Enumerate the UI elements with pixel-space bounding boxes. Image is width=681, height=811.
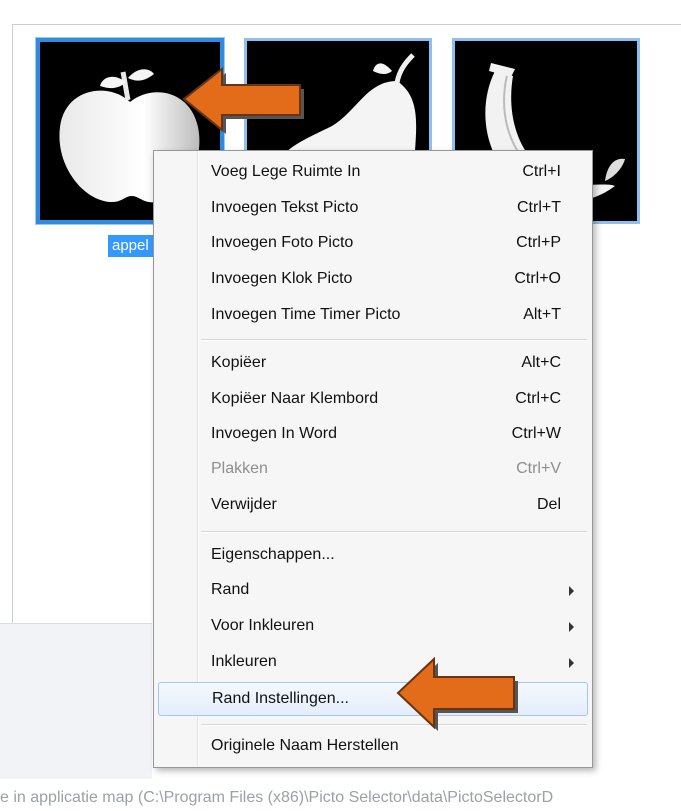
menu-item-voor-inkleuren[interactable]: Voor Inkleuren <box>158 610 588 644</box>
app-window: appel Voeg Lege Ruimte In Ctrl+I Invoege… <box>0 0 681 811</box>
menu-item-invoegen-foto-picto[interactable]: Invoegen Foto Picto Ctrl+P <box>158 227 588 261</box>
menu-item-invoegen-time-timer-picto[interactable]: Invoegen Time Timer Picto Alt+T <box>158 299 588 333</box>
menu-item-shortcut: Ctrl+O <box>514 270 561 287</box>
menu-item-invoegen-klok-picto[interactable]: Invoegen Klok Picto Ctrl+O <box>158 263 588 297</box>
menu-item-shortcut: Ctrl+I <box>522 163 561 180</box>
menu-item-label: Rand Instellingen... <box>212 690 349 707</box>
menu-item-label: Kopiëer <box>211 354 267 371</box>
menu-item-label: Kopiëer Naar Klembord <box>211 390 379 407</box>
menu-item-label: Verwijder <box>211 496 277 513</box>
menu-item-kopieer-naar-klembord[interactable]: Kopiëer Naar Klembord Ctrl+C <box>158 383 588 417</box>
menu-item-shortcut: Alt+C <box>521 354 561 371</box>
menu-item-shortcut: Ctrl+V <box>516 460 561 477</box>
menu-item-label: Plakken <box>211 460 268 477</box>
menu-item-voeg-lege-ruimte-in[interactable]: Voeg Lege Ruimte In Ctrl+I <box>158 156 588 190</box>
menu-item-label: Invoegen Foto Picto <box>211 234 354 251</box>
menu-item-shortcut: Ctrl+P <box>516 234 561 251</box>
menu-item-label: Rand <box>211 581 250 598</box>
menu-item-label: Invoegen In Word <box>211 425 338 442</box>
lower-panel <box>0 623 152 779</box>
thumbnail-label-selected[interactable]: appel <box>108 235 153 257</box>
menu-item-invoegen-in-word[interactable]: Invoegen In Word Ctrl+W <box>158 418 588 452</box>
pointer-arrow-icon <box>180 66 306 136</box>
pointer-arrow-icon <box>394 655 520 735</box>
menu-item-label: Originele Naam Herstellen <box>211 737 399 754</box>
status-bar-text: e in applicatie map (C:\Program Files (x… <box>0 789 554 806</box>
window-top-border <box>12 24 681 25</box>
menu-item-label: Voor Inkleuren <box>211 617 315 634</box>
submenu-arrow-icon <box>569 622 574 632</box>
menu-item-shortcut: Del <box>536 496 561 513</box>
menu-item-originele-naam-herstellen[interactable]: Originele Naam Herstellen <box>158 730 588 764</box>
menu-item-label: Voeg Lege Ruimte In <box>211 163 361 180</box>
menu-item-kopieer[interactable]: Kopiëer Alt+C <box>158 347 588 381</box>
menu-item-label: Invoegen Klok Picto <box>211 270 353 287</box>
menu-separator <box>201 531 587 533</box>
menu-item-label: Inkleuren <box>211 653 277 670</box>
menu-item-eigenschappen[interactable]: Eigenschappen... <box>158 539 588 573</box>
menu-item-invoegen-tekst-picto[interactable]: Invoegen Tekst Picto Ctrl+T <box>158 192 588 226</box>
menu-item-inkleuren[interactable]: Inkleuren <box>158 646 588 680</box>
menu-item-shortcut: Alt+T <box>523 306 561 323</box>
menu-item-rand-instellingen[interactable]: Rand Instellingen... <box>158 682 588 716</box>
submenu-arrow-icon <box>569 658 574 668</box>
menu-item-shortcut: Ctrl+C <box>515 390 561 407</box>
window-left-border <box>12 24 13 624</box>
menu-item-verwijder[interactable]: Verwijder Del <box>158 489 588 523</box>
menu-separator <box>201 339 587 341</box>
menu-item-label: Invoegen Time Timer Picto <box>211 306 401 323</box>
menu-item-label: Eigenschappen... <box>211 546 335 563</box>
context-menu: Voeg Lege Ruimte In Ctrl+I Invoegen Teks… <box>153 150 593 768</box>
menu-item-shortcut: Ctrl+T <box>517 199 561 216</box>
menu-item-label: Invoegen Tekst Picto <box>211 199 359 216</box>
submenu-arrow-icon <box>569 586 574 596</box>
menu-item-shortcut: Ctrl+W <box>511 425 561 442</box>
menu-item-rand[interactable]: Rand <box>158 574 588 608</box>
menu-item-plakken[interactable]: Plakken Ctrl+V <box>158 453 588 487</box>
